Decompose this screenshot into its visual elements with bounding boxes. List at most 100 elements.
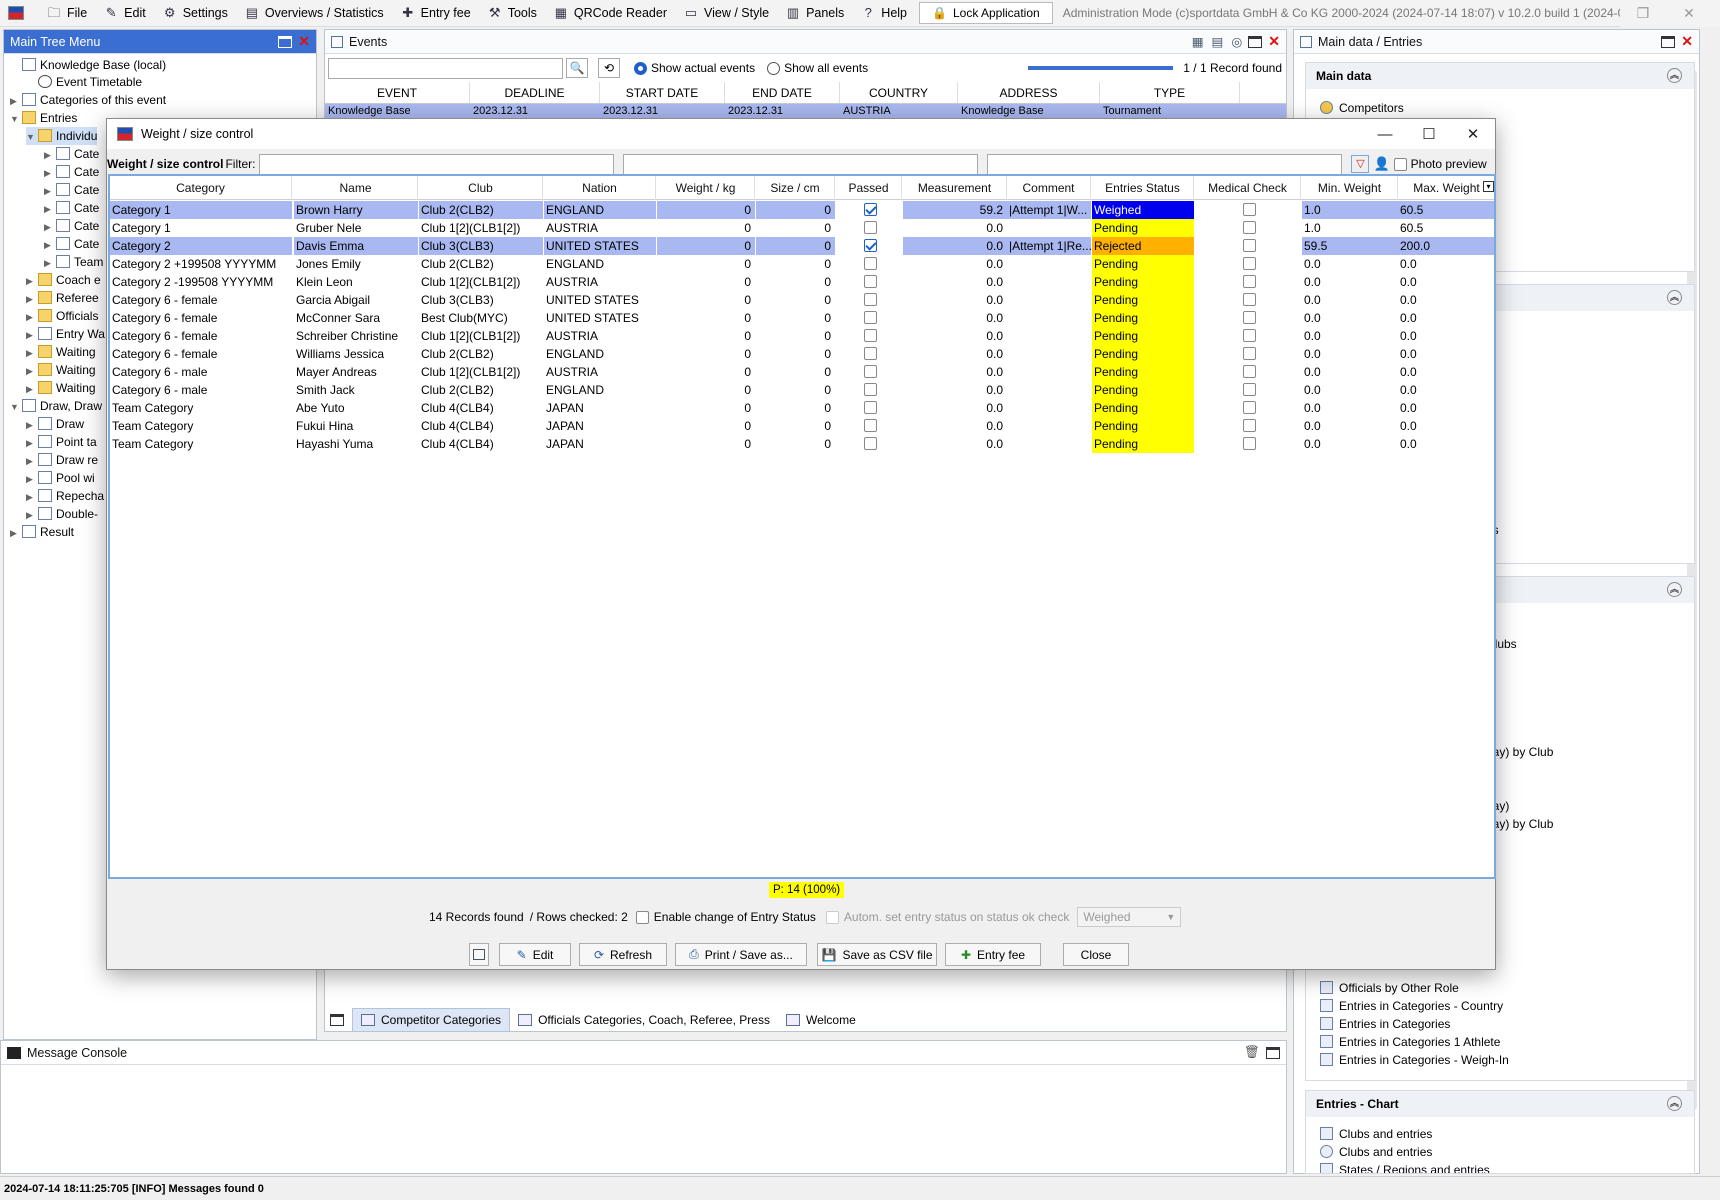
expand-arrow-icon[interactable]: ▶ <box>44 164 56 182</box>
passed-checkbox[interactable] <box>863 329 877 342</box>
status-cell[interactable]: Pending <box>1092 219 1194 237</box>
trash-icon[interactable]: 🗑 <box>1244 1045 1260 1060</box>
overviews-menu[interactable]: ▤ Overviews / Statistics <box>236 0 392 26</box>
column-header[interactable]: Measurement <box>903 176 1007 200</box>
passed-checkbox[interactable] <box>863 383 877 396</box>
table-row[interactable]: Category 1 Brown Harry Club 2(CLB2) ENGLAND… <box>110 201 1494 219</box>
column-header[interactable]: Min. Weight <box>1302 176 1398 200</box>
panels-menu[interactable]: ▥ Panels <box>777 0 852 26</box>
partial-link[interactable]: day) by Club <box>1486 743 1553 761</box>
status-select[interactable]: Weighed ▼ <box>1077 907 1182 927</box>
passed-checkbox[interactable] <box>863 437 877 450</box>
expand-arrow-icon[interactable]: ▶ <box>44 236 56 254</box>
medical-check-checkbox[interactable] <box>1242 203 1256 216</box>
expand-arrow-icon[interactable]: ▶ <box>10 524 22 542</box>
tree-item[interactable]: ▶ Coach e <box>26 271 101 289</box>
events-search-input[interactable] <box>328 57 563 79</box>
events-column-header[interactable]: EVENT <box>325 82 470 103</box>
passed-checkbox[interactable] <box>863 311 877 324</box>
medical-check-checkbox[interactable] <box>1242 221 1256 234</box>
view-menu[interactable]: ▭ View / Style <box>675 0 777 26</box>
status-cell[interactable]: Rejected <box>1092 237 1194 255</box>
collapse-arrow-icon[interactable]: ▼ <box>10 110 22 128</box>
show-all-radio[interactable] <box>767 61 781 75</box>
tree-item[interactable]: ▼ Draw, Draw <box>10 397 102 415</box>
status-cell[interactable]: Pending <box>1092 255 1194 273</box>
table-row[interactable]: Category 6 - female McConner Sara Best Clu… <box>110 309 1494 327</box>
entries-report-link[interactable]: Entries in Categories 1 Athlete <box>1320 1033 1500 1051</box>
status-cell[interactable]: Pending <box>1092 291 1194 309</box>
close-icon[interactable]: ✕ <box>1451 125 1495 143</box>
expand-arrow-icon[interactable]: ▶ <box>26 362 38 380</box>
collapse-icon[interactable]: ︽ <box>1667 68 1682 83</box>
expand-arrow-icon[interactable]: ▶ <box>10 92 22 110</box>
expand-arrow-icon[interactable]: ▶ <box>26 470 38 488</box>
tree-item[interactable]: ▶ Entry Wa <box>26 325 105 343</box>
column-header[interactable]: Max. Weight <box>1398 176 1494 200</box>
medical-check-checkbox[interactable] <box>1242 311 1256 324</box>
help-menu[interactable]: ? Help <box>852 0 915 26</box>
tree-item[interactable]: ▶ Waiting <box>26 343 96 361</box>
maximize-icon[interactable] <box>1248 35 1263 48</box>
tab-welcome[interactable]: Welcome <box>778 1008 864 1032</box>
table-row[interactable]: Category 6 - female Williams Jessica Club … <box>110 345 1494 363</box>
tree-item[interactable]: ▶ Officials <box>26 307 98 325</box>
status-cell[interactable]: Pending <box>1092 273 1194 291</box>
tree-item[interactable]: ▼ Individu <box>26 127 98 146</box>
passed-checkbox[interactable] <box>863 401 877 414</box>
status-cell[interactable]: Pending <box>1092 327 1194 345</box>
expand-arrow-icon[interactable]: ▶ <box>26 308 38 326</box>
tree-item[interactable]: ▶ Waiting <box>26 361 96 379</box>
tree-item[interactable]: ▶ Result <box>10 523 74 541</box>
table-row[interactable]: Category 2 -199508 YYYYMM Klein Leon Club … <box>110 273 1494 291</box>
collapse-arrow-icon[interactable]: ▼ <box>26 128 38 146</box>
events-column-header[interactable]: TYPE <box>1100 82 1240 103</box>
status-cell[interactable]: Pending <box>1092 363 1194 381</box>
events-table-row[interactable]: Knowledge Base 2023.12.31 2023.12.31 2023.1… <box>325 104 1286 118</box>
expand-arrow-icon[interactable]: ▶ <box>44 182 56 200</box>
status-cell[interactable]: Pending <box>1092 435 1194 453</box>
status-cell[interactable]: Pending <box>1092 345 1194 363</box>
table-row[interactable]: Team Category Hayashi Yuma Club 4(CLB4) JAP… <box>110 435 1494 453</box>
status-cell[interactable]: Weighed <box>1092 201 1194 219</box>
expand-arrow-icon[interactable]: ▶ <box>26 380 38 398</box>
column-header[interactable]: Comment <box>1007 176 1091 200</box>
expand-arrow-icon[interactable]: ▶ <box>26 326 38 344</box>
expand-arrow-icon[interactable]: ▶ <box>44 218 56 236</box>
show-actual-radio[interactable] <box>634 61 647 75</box>
medical-check-checkbox[interactable] <box>1242 257 1256 270</box>
medical-check-checkbox[interactable] <box>1242 401 1256 414</box>
maximize-icon[interactable] <box>1266 1046 1280 1059</box>
filter-clear-icon[interactable]: ▽ <box>1351 155 1370 173</box>
person-icon[interactable]: 👤 <box>1373 156 1389 172</box>
column-header[interactable]: Medical Check <box>1195 176 1301 200</box>
medical-check-checkbox[interactable] <box>1242 419 1256 432</box>
edit-menu[interactable]: ✎ Edit <box>95 0 154 26</box>
table-row[interactable]: Category 2 Davis Emma Club 3(CLB3) UNITED S… <box>110 237 1494 255</box>
chart-link[interactable]: States / Regions and entries <box>1320 1161 1490 1173</box>
tree-item[interactable]: ▶ Repecha <box>26 487 104 505</box>
events-column-header[interactable]: END DATE <box>725 82 840 103</box>
close-window-icon[interactable]: ✕ <box>1666 5 1712 22</box>
expand-arrow-icon[interactable]: ▶ <box>44 146 56 164</box>
passed-checkbox[interactable] <box>863 365 877 378</box>
maximize-icon[interactable] <box>1661 35 1676 48</box>
tree-item[interactable]: ▶ Team <box>44 253 103 271</box>
events-column-header[interactable]: ADDRESS <box>958 82 1100 103</box>
entries-report-link[interactable]: Entries in Categories - Weigh-In <box>1320 1051 1509 1069</box>
photo-preview-checkbox[interactable] <box>1393 157 1407 171</box>
events-column-header[interactable]: START DATE <box>600 82 725 103</box>
column-header[interactable]: Name <box>294 176 418 200</box>
edit-button[interactable]: ✎ Edit <box>499 943 571 966</box>
passed-checkbox[interactable] <box>863 347 877 360</box>
close-icon[interactable]: ✕ <box>1268 33 1280 50</box>
expand-arrow-icon[interactable]: ▶ <box>26 506 38 524</box>
table-row[interactable]: Category 6 - female Garcia Abigail Club 3(… <box>110 291 1494 309</box>
status-cell[interactable]: Pending <box>1092 399 1194 417</box>
passed-checkbox[interactable] <box>863 239 877 252</box>
competitors-link[interactable]: Competitors <box>1320 99 1404 117</box>
restore-window-icon[interactable]: ❐ <box>1620 5 1666 22</box>
medical-check-checkbox[interactable] <box>1242 239 1256 252</box>
medical-check-checkbox[interactable] <box>1242 437 1256 450</box>
minimize-icon[interactable]: — <box>1363 126 1407 143</box>
